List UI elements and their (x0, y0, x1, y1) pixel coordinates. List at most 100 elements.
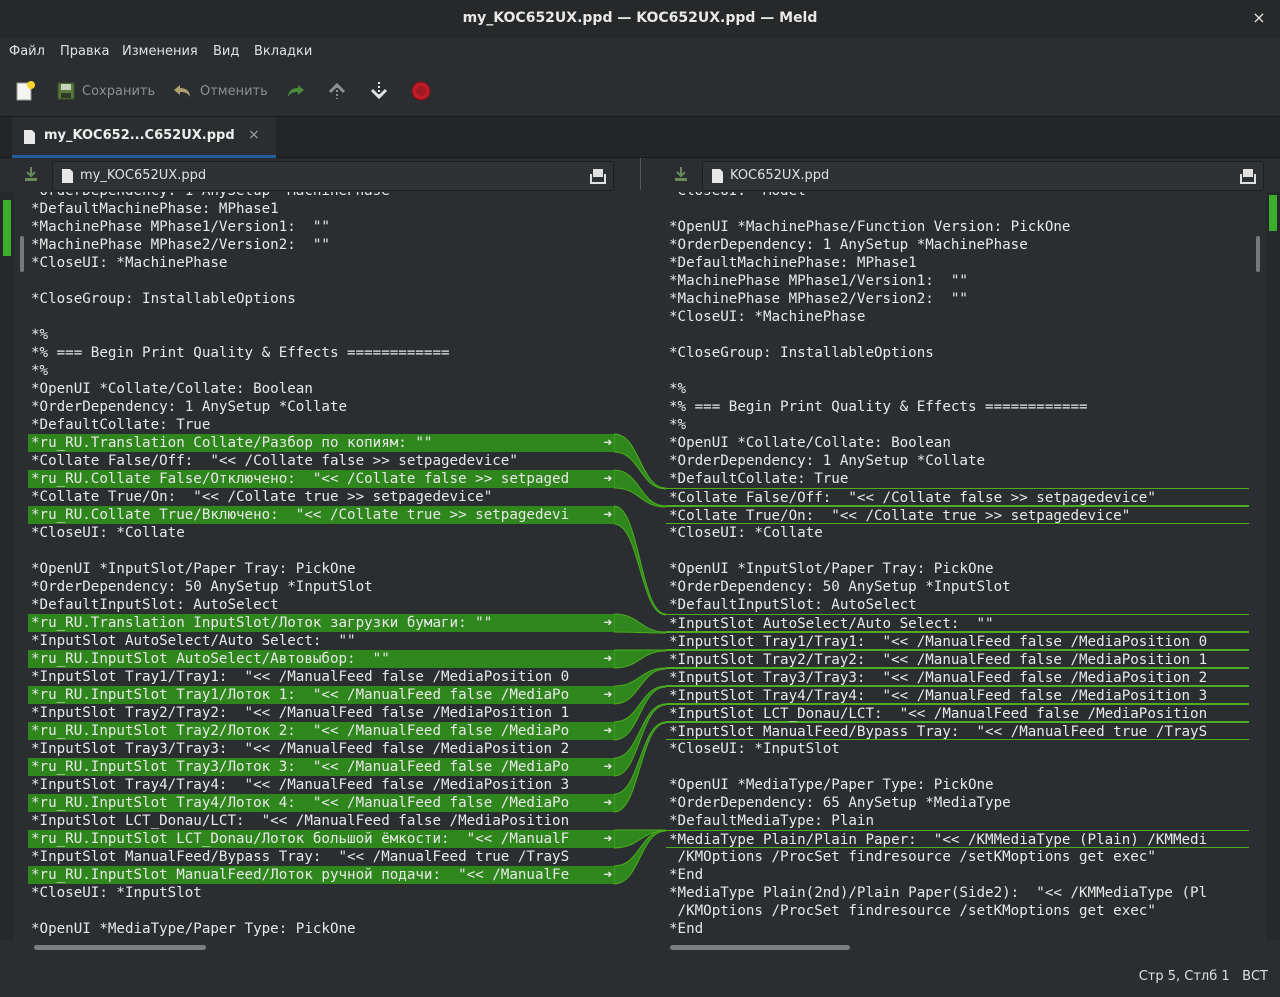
right-vertical-scrollbar[interactable] (1256, 236, 1260, 272)
code-line[interactable]: *DefaultMachinePhase: MPhase1 (28, 200, 614, 218)
code-line[interactable]: *DefaultInputSlot: AutoSelect (28, 596, 614, 614)
code-line[interactable]: *OrderDependency: 1 AnySetup *MachinePha… (28, 192, 614, 200)
code-line[interactable]: /KMOptions /ProcSet findresource /setKMo… (666, 848, 1249, 866)
save-pane-icon[interactable] (672, 165, 690, 183)
code-line[interactable] (28, 308, 614, 326)
code-line[interactable]: *MachinePhase MPhase2/Version2: "" (666, 290, 1249, 308)
code-line[interactable]: *InputSlot LCT_Donau/LCT: "<< /ManualFee… (666, 704, 1249, 722)
code-line[interactable]: *CloseUI: *MachinePhase (28, 254, 614, 272)
push-change-arrow-icon[interactable]: ➜ (604, 794, 612, 812)
menu-edit[interactable]: Правка (60, 44, 109, 59)
open-file-icon[interactable] (1239, 167, 1257, 185)
open-file-icon[interactable] (589, 167, 607, 185)
code-line[interactable]: *InputSlot AutoSelect/Auto Select: "" (666, 614, 1249, 632)
code-line[interactable]: *MachinePhase MPhase1/Version1: "" (666, 272, 1249, 290)
menu-file[interactable]: Файл (9, 44, 45, 59)
code-line[interactable]: *CloseUI: *Collate (666, 524, 1249, 542)
code-line[interactable]: *DefaultCollate: True (28, 416, 614, 434)
push-change-arrow-icon[interactable]: ➜ (604, 686, 612, 704)
push-change-arrow-icon[interactable]: ➜ (604, 830, 612, 848)
code-line[interactable]: *CloseUI: *Model (666, 192, 1249, 200)
push-change-arrow-icon[interactable]: ➜ (604, 758, 612, 776)
code-line[interactable]: *CloseGroup: InstallableOptions (28, 290, 614, 308)
code-line[interactable]: *DefaultMediaType: Plain (666, 812, 1249, 830)
undo-button[interactable]: Отменить (172, 80, 268, 102)
code-line[interactable]: *ru_RU.Collate True/Включено: "<< /Colla… (28, 506, 614, 524)
code-line[interactable]: *InputSlot Tray1/Tray1: "<< /ManualFeed … (28, 668, 614, 686)
right-text-editor[interactable]: *CloseUI: *Model *OpenUI *MachinePhase/Fu… (666, 192, 1249, 940)
code-line[interactable]: *OrderDependency: 1 AnySetup *Collate (28, 398, 614, 416)
code-line[interactable]: *% (28, 362, 614, 380)
code-line[interactable]: *InputSlot Tray4/Tray4: "<< /ManualFeed … (666, 686, 1249, 704)
next-change-button[interactable] (368, 80, 396, 102)
code-line[interactable]: *InputSlot ManualFeed/Bypass Tray: "<< /… (666, 722, 1249, 740)
code-line[interactable]: *ru_RU.InputSlot ManualFeed/Лоток ручной… (28, 866, 614, 884)
code-line[interactable]: *OpenUI *MachinePhase/Function Version: … (666, 218, 1249, 236)
code-line[interactable]: *OpenUI *InputSlot/Paper Tray: PickOne (666, 560, 1249, 578)
code-line[interactable]: *ru_RU.InputSlot Tray4/Лоток 4: "<< /Man… (28, 794, 614, 812)
code-line[interactable]: *CloseUI: *MachinePhase (666, 308, 1249, 326)
right-horizontal-scrollbar[interactable] (670, 945, 850, 950)
menu-view[interactable]: Вид (213, 44, 239, 59)
code-line[interactable]: *OpenUI *MediaType/Paper Type: PickOne (666, 776, 1249, 794)
code-line[interactable]: *Collate True/On: "<< /Collate true >> s… (666, 506, 1249, 524)
code-line[interactable]: *End (666, 866, 1249, 884)
previous-change-button[interactable] (326, 80, 354, 102)
code-line[interactable]: *InputSlot ManualFeed/Bypass Tray: "<< /… (28, 848, 614, 866)
push-change-arrow-icon[interactable]: ➜ (604, 506, 612, 524)
push-change-arrow-icon[interactable]: ➜ (604, 650, 612, 668)
code-line[interactable]: *OpenUI *InputSlot/Paper Tray: PickOne (28, 560, 614, 578)
push-change-arrow-icon[interactable]: ➜ (604, 470, 612, 488)
code-line[interactable]: *OpenUI *Collate/Collate: Boolean (28, 380, 614, 398)
push-change-arrow-icon[interactable]: ➜ (604, 434, 612, 452)
code-line[interactable]: *CloseUI: *InputSlot (28, 884, 614, 902)
code-line[interactable]: *% (666, 416, 1249, 434)
code-line[interactable]: *InputSlot Tray1/Tray1: "<< /ManualFeed … (666, 632, 1249, 650)
save-button[interactable]: Сохранить (56, 80, 155, 102)
code-line[interactable]: *% (28, 326, 614, 344)
code-line[interactable]: *ru_RU.InputSlot Tray3/Лоток 3: "<< /Man… (28, 758, 614, 776)
code-line[interactable]: *InputSlot Tray3/Tray3: "<< /ManualFeed … (28, 740, 614, 758)
redo-button[interactable] (284, 80, 312, 102)
code-line[interactable]: *OpenUI *Collate/Collate: Boolean (666, 434, 1249, 452)
code-line[interactable]: *InputSlot Tray3/Tray3: "<< /ManualFeed … (666, 668, 1249, 686)
code-line[interactable]: *% (666, 380, 1249, 398)
code-line[interactable]: *ru_RU.InputSlot Tray2/Лоток 2: "<< /Man… (28, 722, 614, 740)
code-line[interactable]: *InputSlot AutoSelect/Auto Select: "" (28, 632, 614, 650)
code-line[interactable]: *MachinePhase MPhase1/Version1: "" (28, 218, 614, 236)
window-close-button[interactable]: × (1250, 9, 1268, 27)
left-file-chooser[interactable]: my_KOC652UX.ppd (52, 161, 614, 191)
code-line[interactable]: *OpenUI *MediaType/Paper Type: PickOne (28, 920, 614, 938)
code-line[interactable] (666, 326, 1249, 344)
code-line[interactable]: *Collate False/Off: "<< /Collate false >… (666, 488, 1249, 506)
code-line[interactable]: *% === Begin Print Quality & Effects ===… (28, 344, 614, 362)
code-line[interactable]: *ru_RU.InputSlot LCT_Donau/Лоток большой… (28, 830, 614, 848)
stop-button[interactable] (410, 80, 438, 102)
code-line[interactable]: *ru_RU.InputSlot Tray1/Лоток 1: "<< /Man… (28, 686, 614, 704)
code-line[interactable]: *CloseUI: *InputSlot (666, 740, 1249, 758)
code-line[interactable]: *DefaultInputSlot: AutoSelect (666, 596, 1249, 614)
code-line[interactable]: *DefaultMachinePhase: MPhase1 (666, 254, 1249, 272)
push-change-arrow-icon[interactable]: ➜ (604, 866, 612, 884)
code-line[interactable]: *InputSlot Tray2/Tray2: "<< /ManualFeed … (28, 704, 614, 722)
code-line[interactable]: *Collate False/Off: "<< /Collate false >… (28, 452, 614, 470)
code-line[interactable]: *ru_RU.InputSlot AutoSelect/Автовыбор: "… (28, 650, 614, 668)
code-line[interactable] (666, 758, 1249, 776)
code-line[interactable]: *CloseUI: *Collate (28, 524, 614, 542)
right-change-map[interactable] (1266, 192, 1280, 940)
code-line[interactable]: *InputSlot Tray4/Tray4: "<< /ManualFeed … (28, 776, 614, 794)
menu-tabs[interactable]: Вкладки (254, 44, 312, 59)
code-line[interactable]: *MachinePhase MPhase2/Version2: "" (28, 236, 614, 254)
code-line[interactable]: /KMOptions /ProcSet findresource /setKMo… (666, 902, 1249, 920)
code-line[interactable] (28, 902, 614, 920)
left-horizontal-scrollbar[interactable] (34, 945, 206, 950)
code-line[interactable]: *InputSlot Tray2/Tray2: "<< /ManualFeed … (666, 650, 1249, 668)
code-line[interactable] (28, 542, 614, 560)
code-line[interactable] (666, 542, 1249, 560)
code-line[interactable]: *MediaType Plain/Plain Paper: "<< /KMMed… (666, 830, 1249, 848)
code-line[interactable] (666, 200, 1249, 218)
tab-close-button[interactable]: × (248, 127, 260, 143)
code-line[interactable]: *InputSlot LCT_Donau/LCT: "<< /ManualFee… (28, 812, 614, 830)
new-comparison-button[interactable] (14, 80, 42, 102)
save-pane-icon[interactable] (22, 165, 40, 183)
